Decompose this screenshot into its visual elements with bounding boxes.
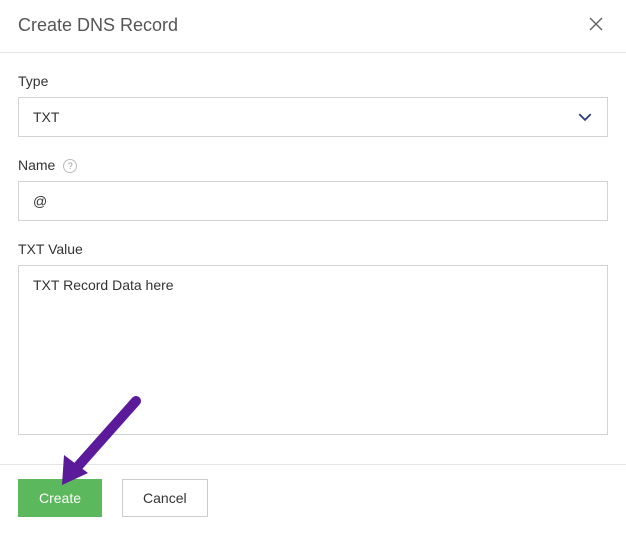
close-icon	[588, 12, 604, 37]
type-select[interactable]: TXT	[18, 97, 608, 137]
close-button[interactable]	[584, 14, 608, 36]
txt-value-textarea[interactable]	[18, 265, 608, 435]
help-icon[interactable]: ?	[63, 159, 77, 173]
field-txt-value: TXT Value	[18, 241, 608, 440]
modal-header: Create DNS Record	[0, 0, 626, 53]
name-label: Name ?	[18, 157, 608, 173]
create-button[interactable]: Create	[18, 479, 102, 517]
modal-title: Create DNS Record	[18, 15, 178, 36]
name-label-text: Name	[18, 157, 55, 173]
modal-footer: Create Cancel	[0, 465, 626, 531]
name-input[interactable]	[18, 181, 608, 221]
modal-body: Type TXT Name ? TXT Value	[0, 53, 626, 464]
type-label: Type	[18, 73, 608, 89]
type-select-wrap: TXT	[18, 97, 608, 137]
txt-value-label: TXT Value	[18, 241, 608, 257]
cancel-button[interactable]: Cancel	[122, 479, 208, 517]
field-name: Name ?	[18, 157, 608, 221]
field-type: Type TXT	[18, 73, 608, 137]
